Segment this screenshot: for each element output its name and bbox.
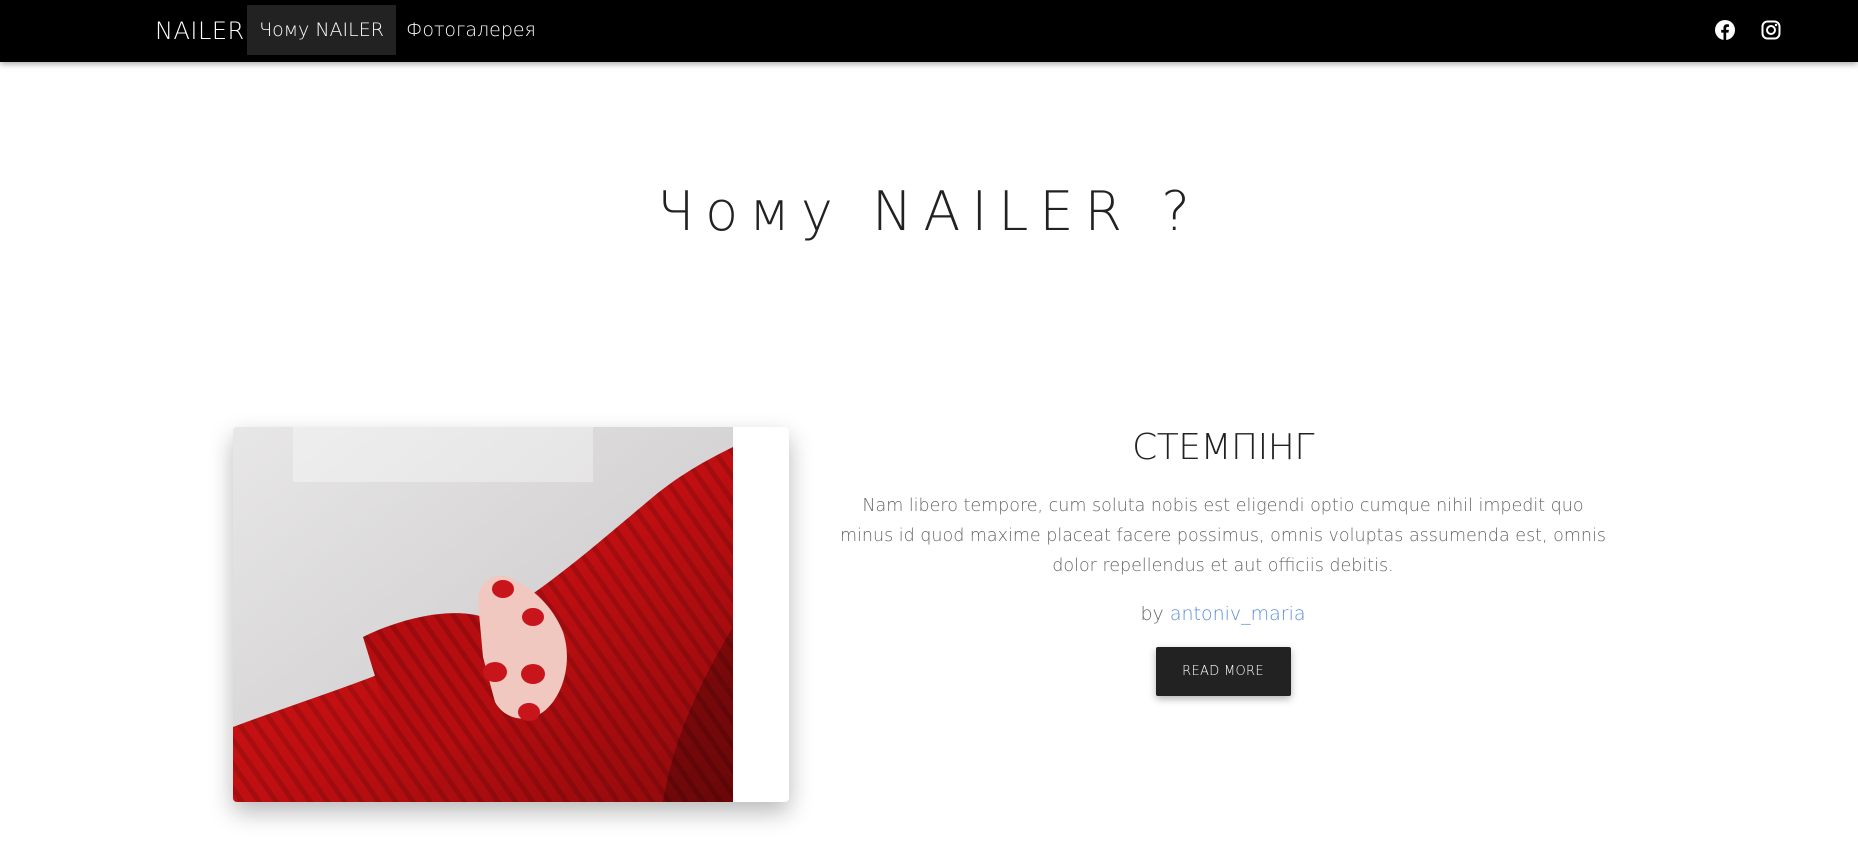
facebook-icon[interactable] — [1715, 20, 1735, 40]
instagram-icon[interactable] — [1761, 20, 1781, 40]
nav-link-photo-gallery[interactable]: Фотогалерея — [396, 5, 546, 55]
nav-link-why-nailer[interactable]: Чому NAILER ? — [247, 5, 396, 91]
article: СТЕМПІНГ Nam libero tempore, cum soluta … — [830, 425, 1616, 696]
article-byline: by antoniv_maria — [830, 599, 1616, 629]
article-title: СТЕМПІНГ — [1132, 427, 1314, 468]
read-more-button[interactable]: READ MORE — [1155, 647, 1291, 696]
byline-prefix: by — [1140, 603, 1164, 625]
brand-logo[interactable]: NAILER — [155, 14, 245, 48]
nail-photo — [233, 427, 733, 802]
section-title: Чому NAILER ? — [657, 180, 1201, 243]
article-description: Nam libero tempore, cum soluta nobis est… — [839, 496, 1606, 576]
article-image-card[interactable] — [233, 427, 789, 802]
author-link[interactable]: antoniv_maria — [1170, 603, 1306, 625]
navbar: NAILER Чому NAILER ? Фотогалерея — [0, 0, 1858, 91]
